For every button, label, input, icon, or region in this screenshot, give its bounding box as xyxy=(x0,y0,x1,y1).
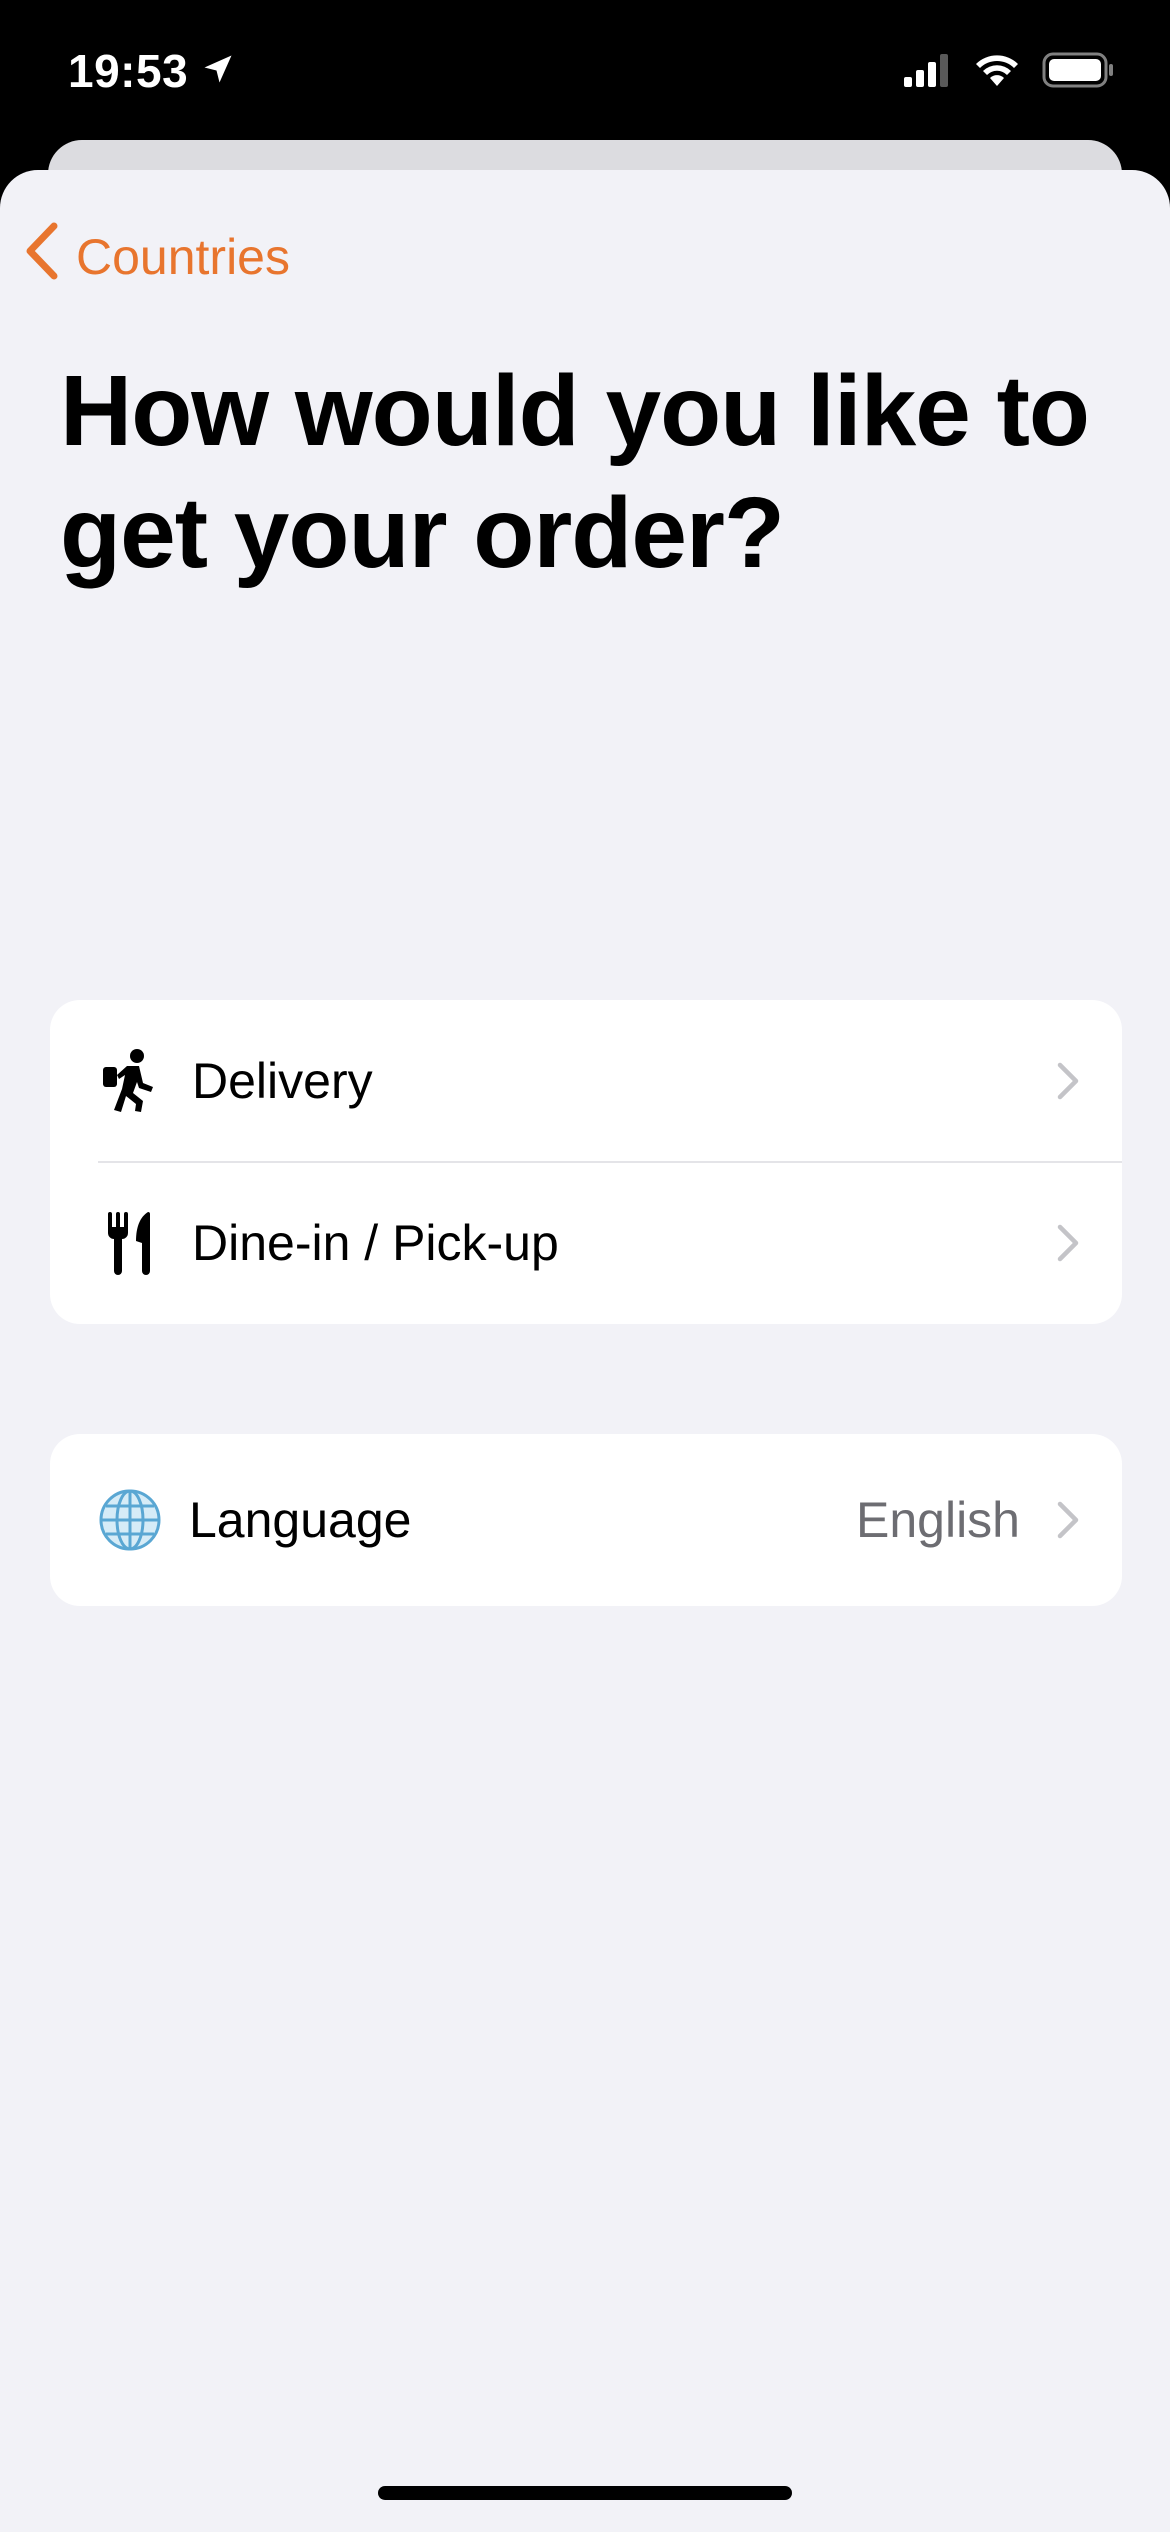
chevron-right-icon xyxy=(1056,1223,1080,1263)
home-indicator[interactable] xyxy=(378,2486,792,2500)
status-time-group: 19:53 xyxy=(68,44,236,98)
fork-knife-icon xyxy=(98,1211,162,1275)
status-icons xyxy=(904,52,1116,93)
dine-in-pickup-label: Dine-in / Pick-up xyxy=(192,1215,559,1271)
location-arrow-icon xyxy=(200,44,236,98)
battery-icon xyxy=(1042,52,1116,93)
cellular-signal-icon xyxy=(904,53,952,92)
language-value: English xyxy=(856,1492,1020,1548)
page-title: How would you like to get your order? xyxy=(60,355,1090,589)
delivery-label: Delivery xyxy=(192,1053,373,1109)
back-button-label: Countries xyxy=(76,229,290,285)
status-bar: 19:53 xyxy=(0,0,1170,150)
dine-in-pickup-option[interactable]: Dine-in / Pick-up xyxy=(50,1162,1122,1324)
status-time: 19:53 xyxy=(68,45,189,97)
chevron-left-icon xyxy=(24,222,58,292)
globe-icon xyxy=(98,1488,162,1552)
chevron-right-icon xyxy=(1056,1061,1080,1101)
wifi-icon xyxy=(974,53,1020,92)
language-row[interactable]: Language English xyxy=(50,1434,1122,1606)
order-options-group: Delivery Dine-in / Pick-up xyxy=(50,1000,1122,1324)
delivery-option[interactable]: Delivery xyxy=(50,1000,1122,1163)
chevron-right-icon xyxy=(1056,1500,1080,1540)
language-label: Language xyxy=(189,1492,412,1548)
language-group: Language English xyxy=(50,1434,1122,1606)
back-button[interactable]: Countries xyxy=(24,222,290,292)
delivery-runner-icon xyxy=(98,1049,162,1113)
modal-sheet: Countries How would you like to get your… xyxy=(0,170,1170,2532)
